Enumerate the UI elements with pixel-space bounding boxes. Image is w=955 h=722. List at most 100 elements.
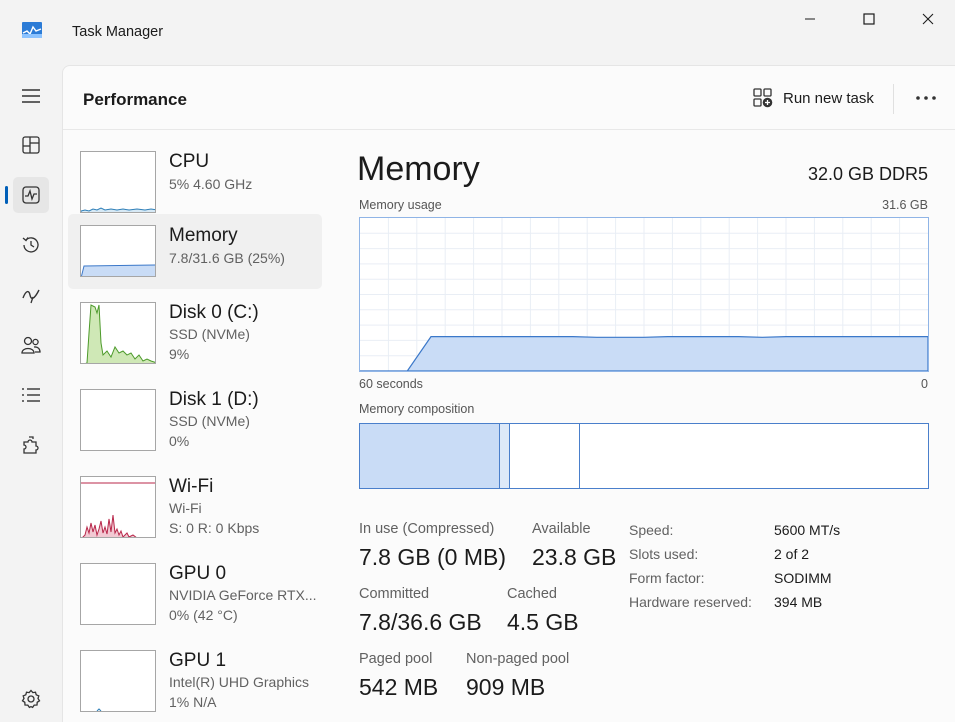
device-name: CPU xyxy=(169,151,210,172)
nav-users[interactable] xyxy=(13,327,49,363)
run-task-icon xyxy=(753,88,773,108)
gpu1-thumbnail-graph xyxy=(80,650,156,712)
memory-usage-max: 31.6 GB xyxy=(882,198,928,212)
details-list-icon xyxy=(22,388,40,402)
device-detail: 7.8/31.6 GB (25%) xyxy=(169,250,285,266)
title-bar: Task Manager xyxy=(0,0,955,64)
run-new-task-label: Run new task xyxy=(783,89,874,107)
hamburger-menu-button[interactable] xyxy=(13,78,49,114)
minimize-icon xyxy=(805,18,815,20)
in-use-label: In use (Compressed) xyxy=(359,521,495,537)
nav-details[interactable] xyxy=(13,377,49,413)
header-separator xyxy=(893,84,894,114)
nav-settings[interactable] xyxy=(13,681,49,717)
startup-icon xyxy=(22,289,40,304)
window-title: Task Manager xyxy=(72,24,164,40)
device-detail: SSD (NVMe) xyxy=(169,326,250,342)
composition-standby-segment xyxy=(510,424,580,488)
detail-title: Memory xyxy=(357,150,480,188)
nav-app-history[interactable] xyxy=(13,227,49,263)
in-use-value: 7.8 GB (0 MB) xyxy=(359,544,506,570)
device-item-memory[interactable]: Memory 7.8/31.6 GB (25%) xyxy=(68,214,322,289)
disk0-thumbnail-graph xyxy=(80,302,156,364)
nav-services[interactable] xyxy=(13,427,49,463)
non-paged-pool-label: Non-paged pool xyxy=(466,651,570,667)
minimize-button[interactable] xyxy=(787,4,833,34)
form-factor-label: Form factor: xyxy=(629,570,705,586)
memory-total: 32.0 GB DDR5 xyxy=(807,164,928,184)
speed-label: Speed: xyxy=(629,522,674,538)
committed-value: 7.8/36.6 GB xyxy=(359,609,482,635)
paged-pool-value: 542 MB xyxy=(359,674,439,700)
committed-label: Committed xyxy=(359,586,430,602)
run-new-task-button[interactable]: Run new task xyxy=(753,84,874,112)
nav-performance[interactable] xyxy=(13,177,49,213)
settings-gear-icon xyxy=(21,689,41,709)
close-button[interactable] xyxy=(905,4,951,34)
processes-icon xyxy=(22,136,40,154)
device-name: Disk 0 (C:) xyxy=(169,302,259,323)
device-detail: Wi-Fi xyxy=(169,500,202,516)
main-panel: Performance Run new task CPU 5% 4.60 GHz… xyxy=(62,65,955,722)
nav-processes[interactable] xyxy=(13,127,49,163)
device-item-disk0[interactable]: Disk 0 (C:) SSD (NVMe) 9% xyxy=(68,294,322,374)
device-name: Memory xyxy=(169,225,238,246)
memory-usage-plot xyxy=(360,218,929,372)
hardware-reserved-value: 394 MB xyxy=(774,594,823,610)
device-name: GPU 0 xyxy=(169,563,227,584)
memory-usage-area xyxy=(360,336,929,372)
device-utilization: 9% xyxy=(169,346,190,362)
device-item-disk1[interactable]: Disk 1 (D:) SSD (NVMe) 0% xyxy=(68,381,322,461)
speed-value: 5600 MT/s xyxy=(774,522,841,538)
task-manager-app-icon xyxy=(22,22,42,38)
memory-thumbnail-graph xyxy=(80,225,156,277)
cached-label: Cached xyxy=(507,586,557,602)
users-icon xyxy=(21,336,41,354)
device-utilization: 1% N/A xyxy=(169,694,217,710)
memory-composition-bar xyxy=(359,423,929,489)
paged-pool-label: Paged pool xyxy=(359,651,433,667)
slots-used-label: Slots used: xyxy=(629,546,699,562)
memory-composition-label: Memory composition xyxy=(359,402,475,416)
non-paged-pool-value: 909 MB xyxy=(466,674,546,700)
form-factor-value: SODIMM xyxy=(774,570,832,586)
device-name: Disk 1 (D:) xyxy=(169,389,259,410)
device-item-cpu[interactable]: CPU 5% 4.60 GHz xyxy=(68,143,322,213)
maximize-button[interactable] xyxy=(846,4,892,34)
device-detail: NVIDIA GeForce RTX... xyxy=(169,587,317,603)
available-value: 23.8 GB xyxy=(532,544,617,570)
maximize-icon xyxy=(863,13,875,25)
device-utilization: 0% (42 °C) xyxy=(169,607,238,623)
device-detail: Intel(R) UHD Graphics xyxy=(169,674,310,690)
more-dots-icon xyxy=(916,96,936,100)
device-item-gpu0[interactable]: GPU 0 NVIDIA GeForce RTX... 0% (42 °C) xyxy=(68,555,322,635)
gpu0-thumbnail-graph xyxy=(80,563,156,625)
cached-value: 4.5 GB xyxy=(507,609,579,635)
cpu-thumbnail-graph xyxy=(80,151,156,213)
device-item-gpu1[interactable]: GPU 1 Intel(R) UHD Graphics 1% N/A xyxy=(68,642,322,722)
wifi-thumbnail-graph xyxy=(80,476,156,538)
available-label: Available xyxy=(532,521,591,537)
header-divider xyxy=(63,129,955,130)
memory-usage-graph xyxy=(359,217,929,372)
device-detail: SSD (NVMe) xyxy=(169,413,250,429)
device-item-wifi[interactable]: Wi-Fi Wi-Fi S: 0 R: 0 Kbps xyxy=(68,468,322,548)
device-name: Wi-Fi xyxy=(169,476,214,497)
disk1-thumbnail-graph xyxy=(80,389,156,451)
memory-usage-label: Memory usage xyxy=(359,198,442,212)
device-throughput: S: 0 R: 0 Kbps xyxy=(169,520,260,536)
composition-modified-segment xyxy=(500,424,510,488)
hardware-reserved-label: Hardware reserved: xyxy=(629,594,752,610)
device-detail: 5% 4.60 GHz xyxy=(169,176,253,192)
nav-startup-apps[interactable] xyxy=(13,277,49,313)
nav-active-indicator xyxy=(5,186,8,204)
slots-used-value: 2 of 2 xyxy=(774,546,810,562)
device-utilization: 0% xyxy=(169,433,190,449)
history-icon xyxy=(22,237,39,253)
axis-left-label: 60 seconds xyxy=(359,377,423,391)
axis-right-label: 0 xyxy=(921,377,928,391)
page-title: Performance xyxy=(83,90,187,109)
close-icon xyxy=(922,13,934,25)
more-options-button[interactable] xyxy=(911,86,941,110)
hamburger-icon xyxy=(22,89,40,103)
